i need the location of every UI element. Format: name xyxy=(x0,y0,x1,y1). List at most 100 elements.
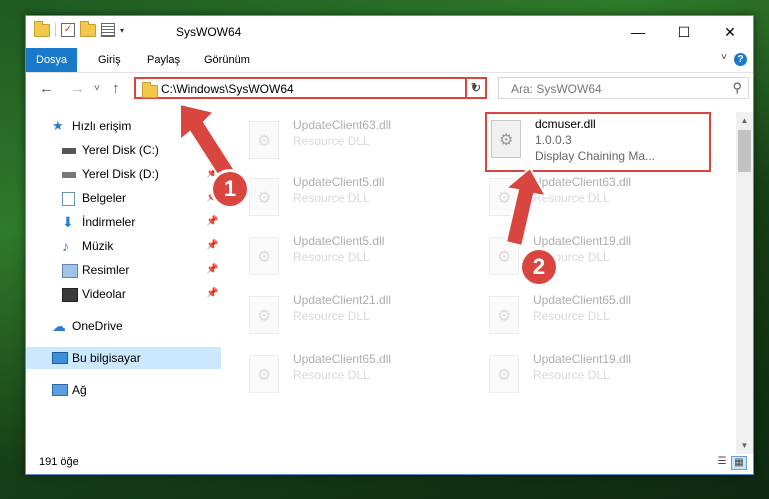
file-description: Resource DLL xyxy=(533,368,610,382)
file-item[interactable]: UpdateClient5.dll Resource DLL xyxy=(243,231,468,283)
sidebar-item-onedrive[interactable]: ☁ OneDrive xyxy=(26,315,221,337)
star-icon: ★ xyxy=(52,118,64,133)
drive-icon xyxy=(62,172,76,178)
large-icons-view-icon[interactable]: ▦ xyxy=(731,456,747,470)
sidebar-item-documents[interactable]: Belgeler 📌 xyxy=(26,187,221,209)
address-path[interactable]: C:\Windows\SysWOW64 xyxy=(161,82,294,96)
file-name: UpdateClient21.dll xyxy=(293,293,392,307)
file-name: UpdateClient65.dll xyxy=(533,293,632,307)
tab-share[interactable]: Paylaş xyxy=(137,48,190,72)
pin-icon[interactable]: 📌 xyxy=(206,211,218,233)
sidebar-item-quick-access[interactable]: ★ Hızlı erişim xyxy=(26,115,221,137)
file-item[interactable]: UpdateClient19.dll Resource DLL xyxy=(483,349,708,401)
search-input[interactable]: Ara: SysWOW64 ⚲ xyxy=(498,77,749,99)
file-version: 1.0.0.3 xyxy=(535,133,572,147)
sidebar-item-label: Bu bilgisayar xyxy=(72,351,141,365)
sidebar-item-pictures[interactable]: Resimler 📌 xyxy=(26,259,221,281)
file-name: UpdateClient63.dll xyxy=(293,118,392,132)
scroll-up-icon[interactable]: ▲ xyxy=(736,112,753,129)
music-icon: ♪ xyxy=(62,238,69,254)
file-description: Resource DLL xyxy=(293,250,370,264)
file-description: Resource DLL xyxy=(293,134,370,148)
help-icon[interactable]: ? xyxy=(734,53,747,66)
sidebar-item-label: OneDrive xyxy=(72,319,123,333)
sidebar-item-downloads[interactable]: ⬇ İndirmeler 📌 xyxy=(26,211,221,233)
search-placeholder: Ara: SysWOW64 xyxy=(511,82,602,96)
minimize-button[interactable]: — xyxy=(615,16,661,48)
file-name: UpdateClient63.dll xyxy=(533,175,632,189)
ribbon-tabs: Dosya Giriş Paylaş Görünüm ˅ ? xyxy=(26,48,753,73)
network-icon xyxy=(52,384,68,396)
file-name: dcmuser.dll xyxy=(535,117,596,131)
window-title: SysWOW64 xyxy=(176,25,242,39)
tab-home[interactable]: Giriş xyxy=(88,48,131,72)
file-item[interactable]: UpdateClient63.dll Resource DLL xyxy=(243,115,468,167)
vertical-scrollbar[interactable]: ▲ ▼ xyxy=(736,112,753,454)
sidebar-item-disk-c[interactable]: Yerel Disk (C:) 📌 xyxy=(26,139,221,161)
sidebar-item-label: Müzik xyxy=(82,239,114,253)
item-count: 191 öğe xyxy=(39,456,79,468)
file-item[interactable]: UpdateClient21.dll Resource DLL xyxy=(243,290,468,342)
sidebar-item-label: Resimler xyxy=(82,263,130,277)
file-name: UpdateClient65.dll xyxy=(293,352,392,366)
refresh-button[interactable]: ↻ xyxy=(465,77,487,99)
dll-file-icon xyxy=(249,296,279,334)
tab-view[interactable]: Görünüm xyxy=(194,48,260,72)
download-icon: ⬇ xyxy=(62,214,74,230)
scroll-thumb[interactable] xyxy=(738,130,751,172)
pin-icon[interactable]: 📌 xyxy=(206,235,218,257)
tab-file[interactable]: Dosya xyxy=(26,48,78,72)
sidebar-item-label: Hızlı erişim xyxy=(72,119,132,133)
divider xyxy=(55,23,56,37)
details-view-icon[interactable]: ☰ xyxy=(715,456,729,468)
dll-file-icon xyxy=(249,178,279,216)
sidebar-item-disk-d[interactable]: Yerel Disk (D:) 📌 xyxy=(26,163,221,185)
dll-file-icon xyxy=(249,237,279,275)
file-description: Display Chaining Ma... xyxy=(535,149,656,163)
pin-icon[interactable]: 📌 xyxy=(206,139,218,161)
navigation-bar: ← → ˅ ↑ C:\Windows\SysWOW64 ▼ ↻ Ara: Sys… xyxy=(26,74,753,104)
sidebar-item-this-pc[interactable]: Bu bilgisayar xyxy=(26,347,221,369)
folder-icon xyxy=(142,82,158,98)
pin-icon[interactable]: 📌 xyxy=(206,259,218,281)
expand-ribbon-icon[interactable]: ˅ xyxy=(721,52,727,63)
videos-icon xyxy=(62,288,78,302)
sidebar-item-label: Yerel Disk (D:) xyxy=(82,167,159,181)
sidebar-item-label: İndirmeler xyxy=(82,215,136,229)
file-item[interactable]: UpdateClient19.dll Resource DLL xyxy=(483,231,708,283)
sidebar-item-label: Videolar xyxy=(82,287,126,301)
file-description: Resource DLL xyxy=(293,368,370,382)
customize-qat-icon[interactable]: ▾ xyxy=(120,26,124,35)
file-item[interactable]: UpdateClient65.dll Resource DLL xyxy=(243,349,468,401)
sidebar-item-label: Ağ xyxy=(72,383,87,397)
sidebar-item-videos[interactable]: Videolar 📌 xyxy=(26,283,221,305)
sidebar-item-network[interactable]: Ağ xyxy=(26,379,221,401)
file-description: Resource DLL xyxy=(293,191,370,205)
file-item[interactable]: UpdateClient63.dll Resource DLL xyxy=(483,172,708,224)
dll-file-icon xyxy=(489,237,519,275)
documents-icon xyxy=(62,192,75,206)
sidebar-item-label: Yerel Disk (C:) xyxy=(82,143,159,157)
file-description: Resource DLL xyxy=(533,309,610,323)
dll-file-icon xyxy=(491,120,521,158)
recent-locations-button[interactable]: ˅ xyxy=(94,83,100,94)
address-bar[interactable]: C:\Windows\SysWOW64 ▼ xyxy=(134,77,487,99)
file-item[interactable]: UpdateClient65.dll Resource DLL xyxy=(483,290,708,342)
properties-icon[interactable] xyxy=(101,23,115,37)
folder-icon xyxy=(34,20,50,37)
close-button[interactable]: ✕ xyxy=(707,16,753,48)
up-button[interactable]: ↑ xyxy=(112,80,120,97)
maximize-button[interactable]: ☐ xyxy=(661,16,707,48)
file-item[interactable]: UpdateClient5.dll Resource DLL xyxy=(243,172,468,224)
forward-button[interactable]: → xyxy=(70,80,85,97)
dll-file-icon xyxy=(489,296,519,334)
sidebar-item-music[interactable]: ♪ Müzik 📌 xyxy=(26,235,221,257)
new-folder-icon[interactable] xyxy=(80,20,96,37)
properties-check-icon[interactable]: ✓ xyxy=(61,23,75,37)
title-bar: ✓ ▾ SysWOW64 — ☐ ✕ xyxy=(26,16,753,48)
back-button[interactable]: ← xyxy=(39,80,54,97)
pin-icon[interactable]: 📌 xyxy=(206,283,218,305)
file-name: UpdateClient19.dll xyxy=(533,234,632,248)
cloud-icon: ☁ xyxy=(52,318,66,334)
file-item-dcmuser[interactable]: dcmuser.dll 1.0.0.3 Display Chaining Ma.… xyxy=(485,112,711,172)
